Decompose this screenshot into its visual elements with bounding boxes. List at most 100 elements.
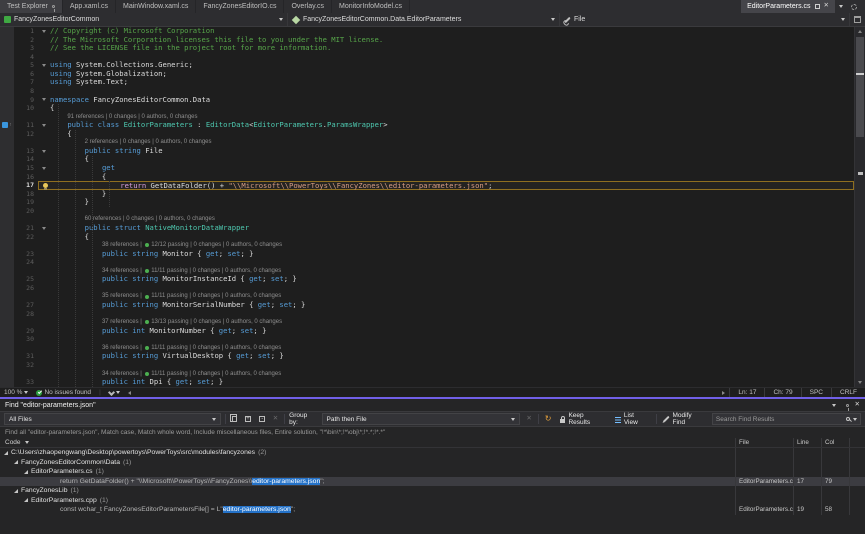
modify-find-button[interactable]: Modify Find	[661, 412, 708, 426]
health-indicator[interactable]: No issues found	[32, 388, 95, 397]
list-view-button[interactable]: List View	[613, 412, 652, 426]
find-result-match-row[interactable]: const wchar_t FancyZonesEditorParameters…	[0, 505, 865, 515]
close-panel-icon[interactable]: ✕	[855, 402, 860, 409]
type-dropdown[interactable]: FancyZonesEditorCommon.Data.EditorParame…	[288, 13, 560, 26]
expand-triangle-icon[interactable]	[4, 451, 8, 455]
code-line[interactable]: 13 public string File	[0, 147, 854, 156]
code-line[interactable]: 21 public struct NativeMonitorDataWrappe…	[0, 224, 854, 233]
code-line[interactable]: 31 public string VirtualDesktop { get; s…	[0, 352, 854, 361]
code-line[interactable]: 24	[0, 258, 854, 267]
space-mode-indicator[interactable]: SPC	[801, 388, 831, 397]
code-line[interactable]: 18 }	[0, 190, 854, 199]
member-dropdown[interactable]: File	[560, 13, 850, 26]
code-text: public class EditorParameters : EditorDa…	[50, 121, 388, 130]
tab-test-explorer[interactable]: Test Explorer	[0, 0, 63, 13]
search-find-results-input[interactable]: Search Find Results	[712, 413, 861, 425]
find-panel-titlebar[interactable]: Find "editor-parameters.json" ✕	[0, 399, 865, 411]
expand-triangle-icon[interactable]	[14, 489, 18, 493]
code-line[interactable]: 6using System.Globalization;	[0, 70, 854, 79]
find-result-group-row[interactable]: EditorParameters.cpp(1)	[0, 496, 865, 506]
split-window-icon[interactable]	[854, 16, 861, 23]
tab-monitorinfomodel-cs[interactable]: MonitorInfoModel.cs	[332, 0, 410, 13]
code-line[interactable]: 10{	[0, 104, 854, 113]
code-line[interactable]: 29 public int MonitorNumber { get; set; …	[0, 327, 854, 336]
project-dropdown[interactable]: FancyZonesEditorCommon	[0, 13, 288, 26]
find-result-group-row[interactable]: FancyZonesLib(1)	[0, 486, 865, 496]
pin-tab-icon[interactable]	[815, 4, 820, 9]
code-line[interactable]: 3// See the LICENSE file in the project …	[0, 44, 854, 53]
expand-all-button[interactable]	[243, 416, 253, 422]
fold-toggle-icon[interactable]	[42, 30, 46, 33]
code-line[interactable]: 26	[0, 284, 854, 293]
code-line[interactable]: 25 public string MonitorInstanceId { get…	[0, 275, 854, 284]
code-line[interactable]: 7using System.Text;	[0, 78, 854, 87]
char-indicator[interactable]: Ch: 79	[764, 388, 800, 397]
code-line[interactable]: 27 public string MonitorSerialNumber { g…	[0, 301, 854, 310]
hscroll-right[interactable]	[718, 388, 729, 397]
find-result-group-row[interactable]: C:\Users\zhaopengwang\Desktop\powertoys\…	[0, 448, 865, 458]
code-editor[interactable]: 1// Copyright (c) Microsoft Corporation2…	[0, 27, 865, 387]
collapse-all-button[interactable]	[257, 416, 267, 422]
column-line[interactable]: Line	[793, 438, 821, 447]
code-cleanup-button[interactable]	[105, 388, 124, 397]
scrollbar-thumb[interactable]	[856, 37, 864, 137]
window-options-icon[interactable]	[851, 4, 857, 10]
code-line[interactable]: 14 {	[0, 155, 854, 164]
fold-toggle-icon[interactable]	[42, 227, 46, 230]
open-files-dropdown-icon[interactable]	[839, 5, 843, 8]
scroll-down-icon[interactable]	[858, 381, 862, 384]
find-result-match-row[interactable]: return GetDataFolder() + "\\Microsoft\\P…	[0, 477, 865, 487]
keep-results-button[interactable]: Keep Results	[558, 412, 609, 426]
lightbulb-icon[interactable]	[43, 183, 48, 188]
line-indicator[interactable]: Ln: 17	[729, 388, 764, 397]
tab-app-xaml-cs[interactable]: App.xaml.cs	[63, 0, 116, 13]
scroll-up-icon[interactable]	[858, 30, 862, 33]
find-result-group-row[interactable]: FancyZonesEditorCommon\Data(1)	[0, 458, 865, 468]
tab-editorparameters-cs[interactable]: EditorParameters.cs ✕	[741, 0, 835, 13]
code-line[interactable]: 32	[0, 361, 854, 370]
column-col[interactable]: Col	[821, 438, 849, 447]
expand-triangle-icon[interactable]	[24, 498, 28, 502]
code-line[interactable]: 23 public string Monitor { get; set; }	[0, 250, 854, 259]
line-ending-indicator[interactable]: CRLF	[831, 388, 865, 397]
refresh-button[interactable]: ↻	[543, 415, 554, 423]
column-file[interactable]: File	[735, 438, 793, 447]
code-line[interactable]: 17 return GetDataFolder() + "\\Microsoft…	[0, 181, 854, 190]
code-line[interactable]: 15 get	[0, 164, 854, 173]
code-line[interactable]: 12 {	[0, 130, 854, 139]
fold-toggle-icon[interactable]	[42, 150, 46, 153]
expand-triangle-icon[interactable]	[14, 460, 18, 464]
tab-fancyzoneseditorio-cs[interactable]: FancyZonesEditorIO.cs	[196, 0, 284, 13]
pin-icon[interactable]	[52, 5, 55, 8]
copy-button[interactable]	[230, 416, 239, 422]
tab-mainwindow-xaml-cs[interactable]: MainWindow.xaml.cs	[116, 0, 196, 13]
result-file: EditorParameters.cpp	[735, 505, 793, 515]
fold-toggle-icon[interactable]	[42, 167, 46, 170]
code-line[interactable]: 9namespace FancyZonesEditorCommon.Data	[0, 96, 854, 105]
fold-toggle-icon[interactable]	[42, 124, 46, 127]
pin-icon[interactable]	[846, 404, 849, 407]
zoom-selector[interactable]: 100 %	[0, 388, 32, 397]
expand-triangle-icon[interactable]	[24, 470, 28, 474]
tab-overlay-cs[interactable]: Overlay.cs	[284, 0, 332, 13]
code-line[interactable]: 33 public int Dpi { get; set; }	[0, 378, 854, 387]
clear-results-button[interactable]: ✕	[271, 416, 280, 423]
code-line[interactable]: 22 {	[0, 233, 854, 242]
fold-toggle-icon[interactable]	[42, 64, 46, 67]
group-by-dropdown[interactable]: Path then File	[322, 413, 521, 425]
file-types-dropdown[interactable]: All Files	[4, 413, 221, 425]
find-result-group-row[interactable]: EditorParameters.cs(1)	[0, 467, 865, 477]
code-line[interactable]: ↑11 public class EditorParameters : Edit…	[0, 121, 854, 130]
fold-toggle-icon[interactable]	[42, 98, 46, 101]
window-position-icon[interactable]	[832, 404, 836, 407]
code-line[interactable]: 16 {	[0, 173, 854, 182]
code-line[interactable]: 20	[0, 207, 854, 216]
close-tab-icon[interactable]: ✕	[824, 3, 829, 10]
column-code[interactable]: Code	[0, 438, 735, 447]
code-line[interactable]: 30	[0, 335, 854, 344]
vertical-scrollbar[interactable]	[854, 27, 865, 387]
code-line[interactable]: 19 }	[0, 198, 854, 207]
code-line[interactable]: 28	[0, 310, 854, 319]
stop-search-button[interactable]: ✕	[524, 416, 533, 423]
hscroll-left[interactable]	[124, 388, 135, 397]
